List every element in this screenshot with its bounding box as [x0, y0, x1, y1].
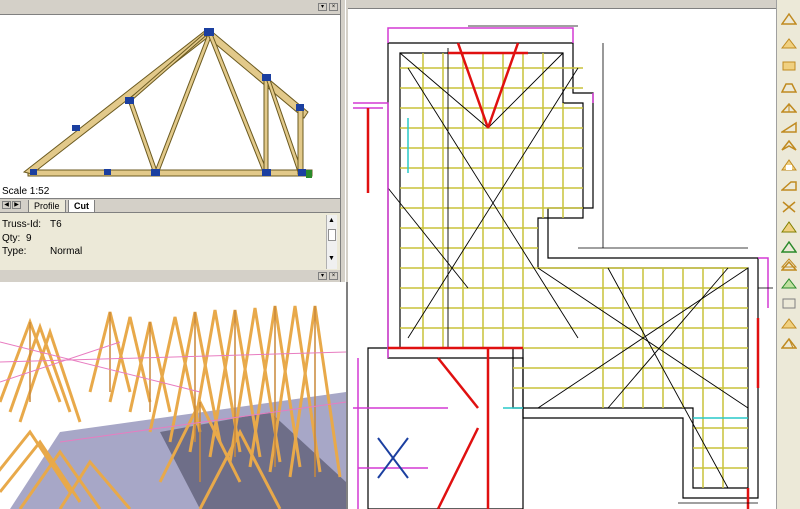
truss-elevation-pane[interactable]: ▾ × Scale 1:52: [0, 0, 340, 198]
hip-truss-icon[interactable]: [781, 80, 797, 94]
pane-close-button[interactable]: ×: [329, 3, 338, 11]
valley-truss-icon[interactable]: [781, 100, 797, 114]
vertical-splitter[interactable]: [340, 0, 346, 282]
properties-panel: Truss-Id: T6 Qty: 9 Type: Normal ▲ ▼: [0, 212, 340, 271]
prop-value-qty: 9: [26, 233, 32, 244]
joint-plate: [204, 28, 214, 36]
joint-plate: [296, 104, 304, 111]
scroll-up-arrow[interactable]: ▲: [328, 217, 335, 224]
prop-label-qty: Qty:: [2, 233, 21, 244]
web: [297, 105, 304, 175]
bracing-line: [607, 267, 729, 489]
joint-plate: [125, 97, 134, 104]
truss-outline-icon[interactable]: [781, 296, 797, 310]
top-chord-right: [205, 29, 309, 119]
joint-plate: [72, 125, 80, 131]
stub-truss-icon[interactable]: [781, 178, 797, 192]
plan-outline-lower-left: [367, 347, 524, 509]
prop-value-type: Normal: [50, 246, 83, 257]
pane-header: ▾ ×: [0, 0, 340, 15]
prop-value-truss-id: T6: [50, 219, 62, 230]
hip-line: [487, 52, 564, 129]
monopitch-truss-icon[interactable]: [781, 120, 797, 134]
pane-menu-button[interactable]: ▾: [318, 3, 327, 11]
pane-menu-button-3d[interactable]: ▾: [318, 272, 327, 280]
truss-3d-model: [0, 305, 346, 509]
joint-plate: [298, 169, 306, 176]
girder-line: [436, 427, 480, 509]
truss-members: [22, 29, 313, 177]
plan-outline-inner: [399, 52, 749, 489]
bracing-icon[interactable]: [781, 200, 797, 214]
scroll-thumb[interactable]: [328, 229, 336, 241]
tab-scroll-right[interactable]: ▶: [12, 201, 21, 209]
right-toolbar: [776, 0, 800, 509]
overhang-line: [758, 257, 769, 308]
girder-truss-icon[interactable]: [781, 36, 797, 50]
truss-plan-icon[interactable]: [781, 316, 797, 330]
truss-green-icon[interactable]: [781, 276, 797, 290]
truss-drawing: [22, 28, 313, 178]
scroll-down-arrow[interactable]: ▼: [328, 255, 335, 262]
roof-pitch-icon[interactable]: [781, 220, 797, 234]
pane-close-button-3d[interactable]: ×: [329, 272, 338, 280]
joint-plate: [104, 169, 111, 175]
ridge-line-3d: [0, 341, 121, 383]
plan-view-pane[interactable]: [348, 0, 776, 509]
joint-plate: [30, 169, 37, 175]
view-3d-pane[interactable]: [0, 282, 346, 509]
scale-label: Scale 1:52: [2, 186, 50, 197]
overhang-line: [353, 102, 389, 358]
scissor-truss-icon[interactable]: [781, 138, 797, 152]
prop-label-truss-id: Truss-Id:: [2, 219, 42, 230]
truss-3d-icon[interactable]: [781, 336, 797, 350]
attic-truss-icon[interactable]: [781, 158, 797, 172]
view-tabbar: ◀ ▶ Profile Cut: [0, 198, 340, 213]
truss-stack-icon[interactable]: [781, 258, 797, 272]
plate-icon[interactable]: [781, 240, 797, 254]
bracing-line: [607, 267, 729, 409]
properties-scrollbar[interactable]: ▲ ▼: [326, 215, 337, 269]
overhang-line: [387, 27, 574, 43]
web: [263, 77, 269, 175]
gable-truss-icon[interactable]: [781, 58, 797, 72]
joint-plate: [262, 169, 271, 176]
roof-truss-icon[interactable]: [781, 12, 797, 26]
tab-scroll-left[interactable]: ◀: [2, 201, 11, 209]
girder-line: [437, 357, 479, 409]
joint-plate: [262, 74, 271, 81]
truss-joints: [30, 28, 312, 178]
prop-label-type: Type:: [2, 246, 27, 257]
joint-plate: [151, 169, 160, 176]
roof-plan-drawing: [353, 25, 773, 509]
support-marker: [306, 170, 312, 178]
